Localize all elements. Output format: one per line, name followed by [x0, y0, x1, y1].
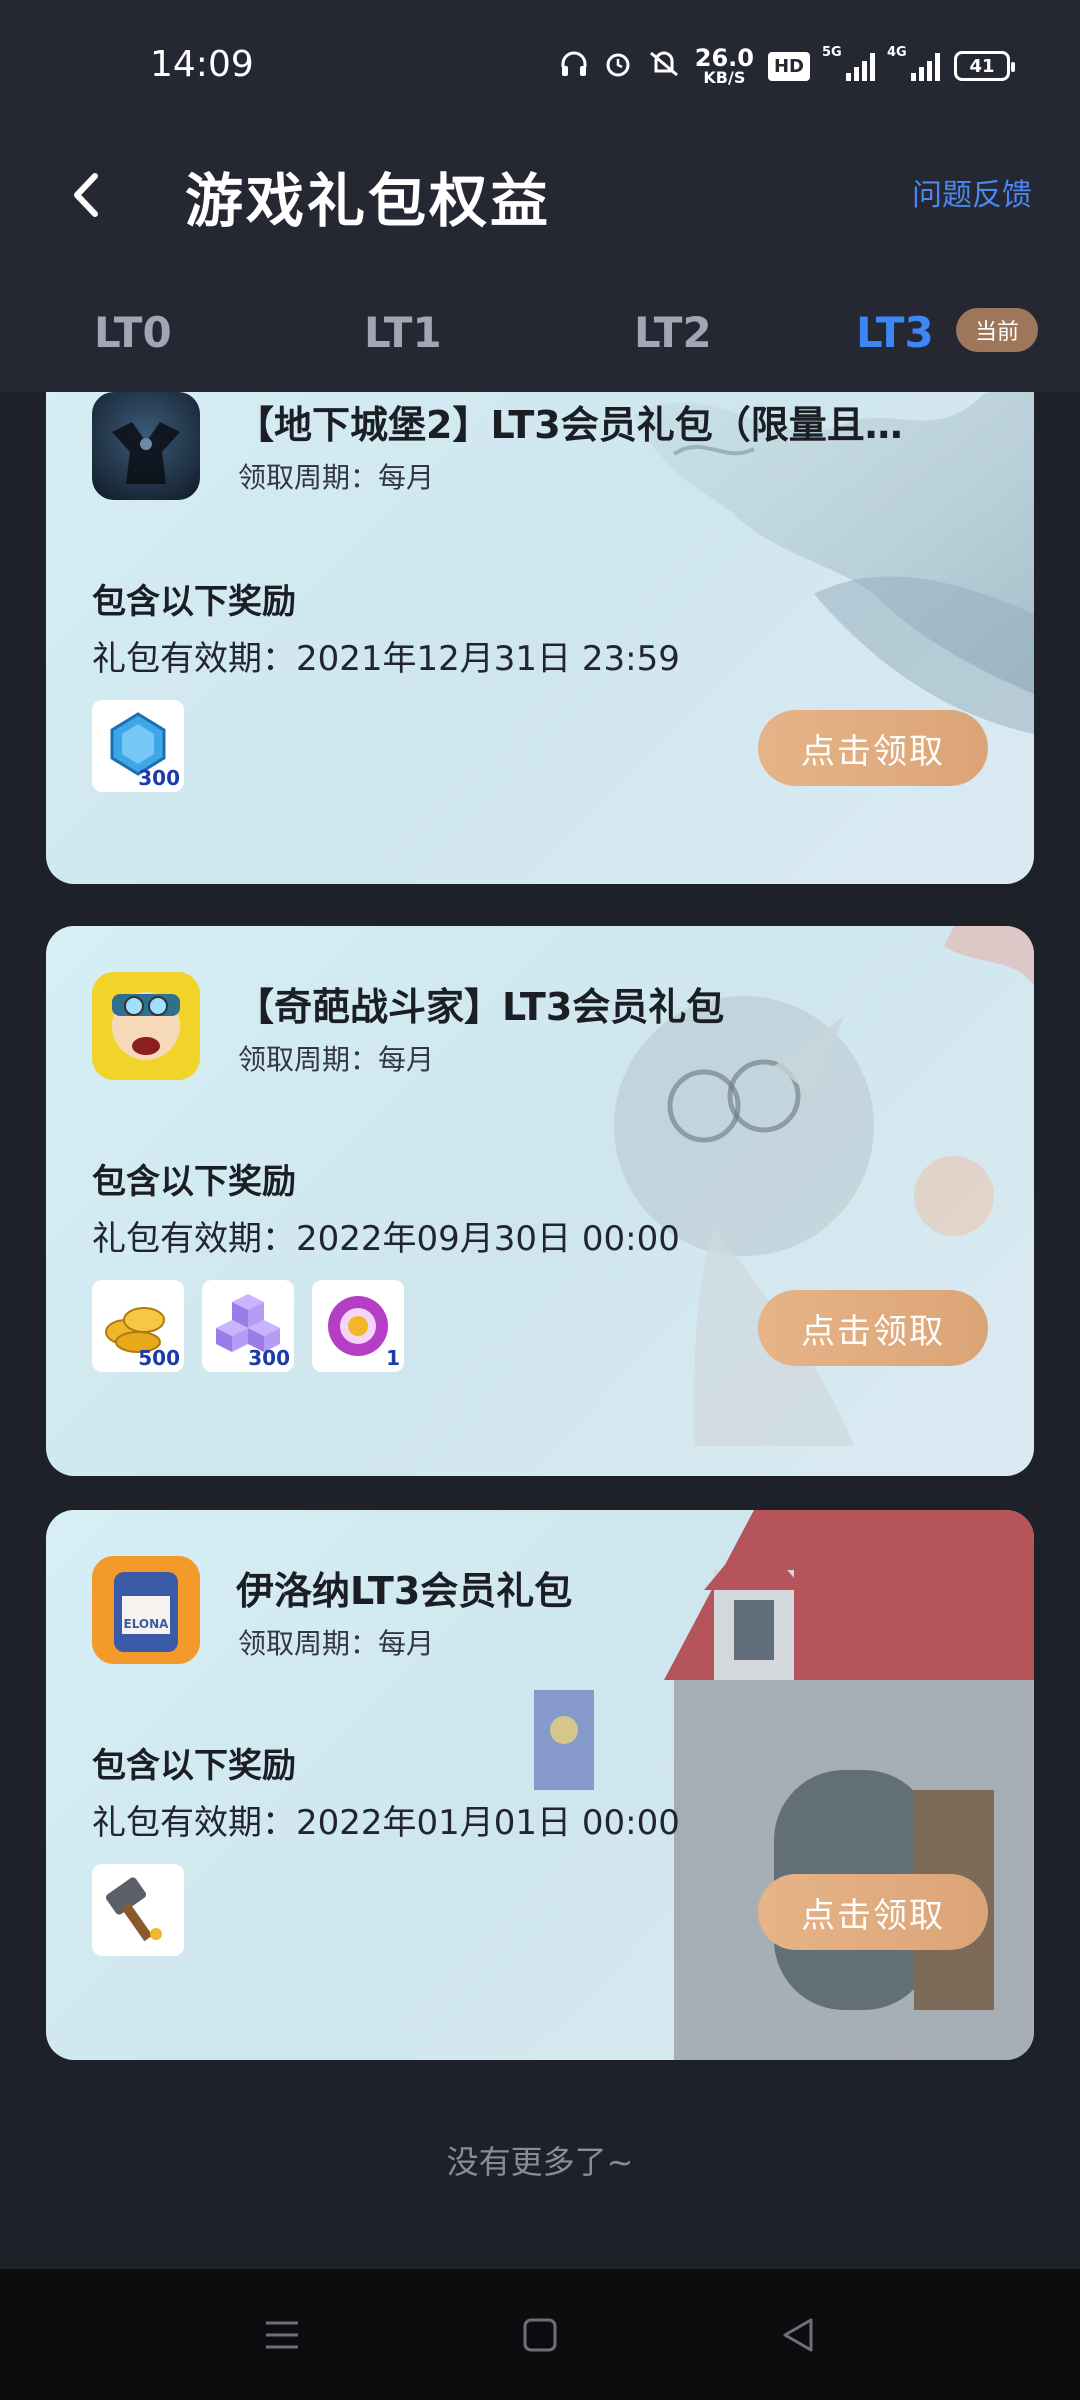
reward-row [92, 1864, 184, 1956]
claim-button[interactable]: 点击领取 [758, 1874, 988, 1950]
network-speed: 26.0 KB/S [694, 44, 754, 87]
card-cycle: 领取周期：每月 [238, 1043, 435, 1076]
signal-5g-icon: 5G [822, 45, 875, 81]
validity-text: 礼包有效期：2022年01月01日 00:00 [92, 1803, 680, 1843]
signal-4g-icon: 4G [887, 45, 940, 81]
alarm-icon [603, 49, 633, 84]
system-nav-bar [0, 2269, 1080, 2400]
validity-text: 礼包有效期：2021年12月31日 23:59 [92, 639, 680, 679]
card-cycle: 领取周期：每月 [238, 1627, 435, 1660]
rewards-label: 包含以下奖励 [92, 582, 296, 622]
tab-lt3[interactable]: LT3 [856, 308, 934, 357]
tab-lt0[interactable]: LT0 [94, 308, 172, 357]
tab-lt2[interactable]: LT2 [634, 308, 712, 357]
status-time: 14:09 [150, 44, 254, 85]
rewards-label: 包含以下奖励 [92, 1746, 296, 1786]
purple-cubes-icon[interactable]: 300 [202, 1280, 294, 1372]
hammer-icon[interactable] [92, 1864, 184, 1956]
card-title: 【地下城堡2】LT3会员礼包（限量且… [236, 403, 903, 447]
blue-gem-icon[interactable]: 300 [92, 700, 184, 792]
reward-row: 500 300 1 [92, 1280, 404, 1372]
rewards-label: 包含以下奖励 [92, 1162, 296, 1202]
purple-ring-icon[interactable]: 1 [312, 1280, 404, 1372]
reward-row: 300 [92, 700, 184, 792]
game-icon-dungeon-castle [92, 392, 200, 500]
home-icon[interactable] [516, 2311, 564, 2359]
current-badge: 当前 [956, 308, 1038, 352]
status-bar: 14:09 26.0 KB/S HD 5G 4G 41 [0, 0, 1080, 130]
status-icons: 26.0 KB/S HD 5G 4G 41 [559, 44, 1015, 88]
header: 游戏礼包权益 问题反馈 [0, 130, 1080, 260]
hd-icon: HD [767, 51, 810, 81]
battery-icon: 41 [954, 51, 1015, 81]
card-title: 【奇葩战斗家】LT3会员礼包 [236, 985, 725, 1029]
gold-coins-icon[interactable]: 500 [92, 1280, 184, 1372]
svg-text:ELONA: ELONA [124, 1617, 170, 1631]
tab-lt1[interactable]: LT1 [364, 308, 442, 357]
card-title: 伊洛纳LT3会员礼包 [236, 1569, 573, 1613]
claim-button[interactable]: 点击领取 [758, 710, 988, 786]
game-icon-fighter [92, 972, 200, 1080]
gift-list[interactable]: 【地下城堡2】LT3会员礼包（限量且… 领取周期：每月 包含以下奖励 礼包有效期… [0, 392, 1080, 2269]
game-icon-elona: ELONA [92, 1556, 200, 1664]
gift-card: ELONA 伊洛纳LT3会员礼包 领取周期：每月 包含以下奖励 礼包有效期：20… [46, 1510, 1034, 2060]
chevron-left-icon [74, 173, 98, 217]
feedback-link[interactable]: 问题反馈 [912, 170, 1032, 214]
gift-card: 【奇葩战斗家】LT3会员礼包 领取周期：每月 包含以下奖励 礼包有效期：2022… [46, 926, 1034, 1476]
no-more-text: 没有更多了~ [446, 2143, 634, 2181]
card-cycle: 领取周期：每月 [238, 461, 435, 494]
page-title: 游戏礼包权益 [185, 167, 552, 235]
mute-icon [647, 49, 681, 84]
back-nav-icon[interactable] [774, 2311, 822, 2359]
validity-text: 礼包有效期：2022年09月30日 00:00 [92, 1219, 680, 1259]
headphones-icon [559, 49, 589, 84]
level-tabs: LT0 LT1 LT2 LT3 当前 [0, 260, 1080, 392]
claim-button[interactable]: 点击领取 [758, 1290, 988, 1366]
back-button[interactable] [50, 160, 120, 230]
menu-icon[interactable] [258, 2311, 306, 2359]
gift-card: 【地下城堡2】LT3会员礼包（限量且… 领取周期：每月 包含以下奖励 礼包有效期… [46, 392, 1034, 884]
